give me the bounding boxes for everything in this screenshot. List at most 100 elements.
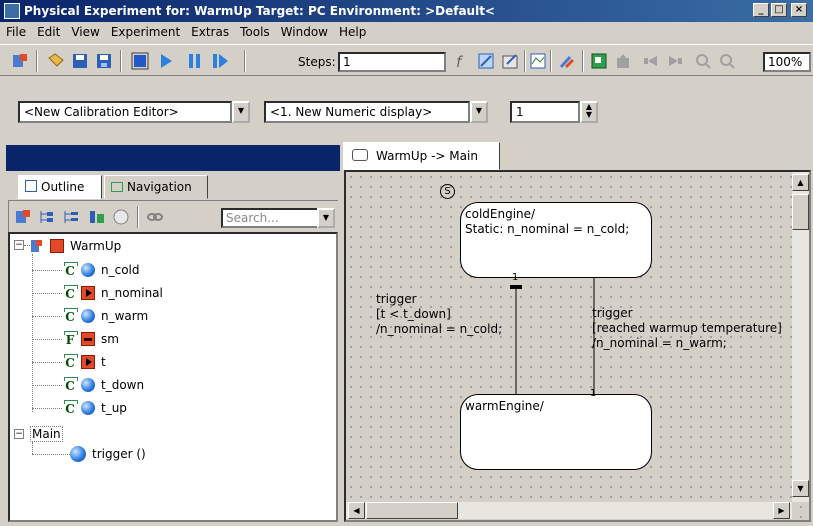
menu-view[interactable]: View	[65, 22, 104, 39]
statechart-canvas[interactable]: S coldEngine/ Static: n_nominal = n_cold…	[344, 170, 811, 522]
flat-list-icon[interactable]	[61, 207, 81, 227]
experiment-icon[interactable]	[10, 51, 30, 71]
transition-priority: 1	[512, 272, 519, 283]
initial-state-icon: S	[440, 184, 455, 199]
experiment-node-icon	[31, 240, 42, 252]
tab-outline[interactable]: Outline	[18, 175, 102, 199]
state-name: warmEngine/	[465, 399, 544, 413]
formula-icon[interactable]: f	[452, 51, 472, 71]
sphere-icon[interactable]	[111, 207, 131, 227]
filter-icon[interactable]	[87, 207, 107, 227]
tree-item-t_up[interactable]: C t_up	[62, 398, 127, 418]
numeric-display-select[interactable]: <1. New Numeric display>	[264, 101, 470, 123]
tree-item-label: Main	[30, 426, 63, 442]
calibration-editor-dropdown-icon[interactable]: ▼	[232, 101, 250, 123]
method-ball-icon	[70, 446, 86, 462]
menu-edit[interactable]: Edit	[31, 22, 65, 39]
numeric-spinner-icon[interactable]: ▲ ▼	[580, 101, 598, 123]
menu-file[interactable]: File	[0, 22, 31, 39]
link-icon[interactable]	[145, 207, 165, 227]
minimize-button[interactable]: _	[753, 3, 769, 17]
numeric-display-dropdown-icon[interactable]: ▼	[470, 101, 488, 123]
state-detail: Static: n_nominal = n_cold;	[465, 222, 630, 236]
variable-c-icon: C	[62, 377, 78, 393]
svg-text:f: f	[456, 53, 464, 70]
state-name: coldEngine/	[465, 207, 536, 221]
tree-item-t[interactable]: C t	[62, 352, 106, 372]
maximize-button[interactable]: □	[771, 3, 787, 17]
window-title: Physical Experiment for: WarmUp Target: …	[24, 4, 495, 18]
tree-item-n_warm[interactable]: C n_warm	[62, 306, 148, 326]
variable-c-icon: C	[62, 285, 78, 301]
output-arrow-icon	[81, 355, 95, 369]
outline-tab-icon	[25, 180, 37, 192]
calibration-window-icon[interactable]	[476, 51, 496, 71]
tree-item-n_nominal[interactable]: C n_nominal	[62, 283, 163, 303]
scroll-left-icon[interactable]: ◀	[348, 502, 365, 519]
search-dropdown-icon[interactable]: ▼	[317, 208, 335, 228]
layout-icon[interactable]	[589, 51, 609, 71]
steps-input[interactable]: 1	[338, 52, 446, 72]
horizontal-scrollbar[interactable]: ◀ ▶	[346, 502, 792, 519]
title-bar: Physical Experiment for: WarmUp Target: …	[0, 0, 813, 22]
tree-item-sm[interactable]: F sm	[62, 329, 119, 349]
vertical-scrollbar[interactable]: ▲ ▼	[792, 172, 809, 502]
state-warmEngine[interactable]: warmEngine/	[460, 394, 652, 470]
edit-window-icon[interactable]	[500, 51, 520, 71]
outline-tree: − WarmUp C n_cold C n_nominal C n_warm F…	[8, 232, 338, 522]
scroll-down-icon[interactable]: ▼	[792, 480, 809, 497]
outline-toolbar: Search... ▼	[8, 200, 338, 232]
tree-item-t_down[interactable]: C t_down	[62, 375, 144, 395]
tab-warmup-main[interactable]: WarmUp -> Main	[343, 142, 500, 170]
menu-experiment[interactable]: Experiment	[105, 22, 185, 39]
step-icon[interactable]	[210, 51, 230, 71]
open-icon[interactable]	[46, 51, 66, 71]
tree-item-trigger[interactable]: trigger ()	[70, 444, 146, 464]
menu-bar: File Edit View Experiment Extras Tools Window H…	[0, 22, 813, 42]
calibration-editor-select[interactable]: <New Calibration Editor>	[18, 101, 232, 123]
state-machine-icon	[81, 332, 95, 346]
left-panel-header	[6, 145, 340, 171]
hierarchy-icon[interactable]	[37, 207, 57, 227]
horizontal-scroll-thumb[interactable]	[366, 502, 458, 519]
stop-icon[interactable]	[130, 51, 150, 71]
zoom-input[interactable]: 100%	[763, 52, 811, 72]
statechart-icon	[352, 149, 368, 161]
oscilloscope-icon[interactable]	[528, 51, 548, 71]
experiment-tree-icon[interactable]	[13, 207, 33, 227]
menu-window[interactable]: Window	[275, 22, 333, 39]
variable-f-icon: F	[62, 331, 78, 347]
transition-label-left[interactable]: trigger [t < t_down] /n_nominal = n_cold…	[376, 292, 502, 337]
close-button[interactable]: ×	[791, 3, 807, 17]
tree-item-label: n_cold	[101, 263, 140, 277]
tree-item-main[interactable]: Main	[30, 424, 63, 444]
scroll-up-icon[interactable]: ▲	[792, 174, 809, 191]
save-icon[interactable]	[70, 51, 90, 71]
variable-c-icon: C	[62, 262, 78, 278]
vertical-scroll-thumb[interactable]	[792, 194, 809, 230]
tree-item-warmup[interactable]: WarmUp	[30, 236, 121, 256]
menu-tools[interactable]: Tools	[234, 22, 275, 39]
warmup-collapse-icon[interactable]: −	[14, 240, 24, 250]
tree-item-label: n_nominal	[101, 286, 163, 300]
main-collapse-icon[interactable]: −	[14, 429, 24, 439]
tab-navigation[interactable]: Navigation	[104, 175, 208, 199]
menu-help[interactable]: Help	[333, 22, 371, 39]
state-coldEngine[interactable]: coldEngine/ Static: n_nominal = n_cold;	[460, 202, 652, 278]
tools-icon[interactable]	[557, 51, 577, 71]
scroll-right-icon[interactable]: ▶	[773, 502, 790, 519]
disabled-forward-icon	[665, 51, 685, 71]
menu-extras[interactable]: Extras	[185, 22, 234, 39]
transition-label-right[interactable]: trigger [reached warmup temperature] /n_…	[592, 306, 782, 351]
pause-icon[interactable]	[184, 51, 204, 71]
tree-item-n_cold[interactable]: C n_cold	[62, 260, 140, 280]
play-icon[interactable]	[156, 51, 176, 71]
variable-c-icon: C	[62, 354, 78, 370]
variable-ball-icon	[81, 263, 95, 277]
tree-item-label: WarmUp	[70, 239, 122, 253]
variable-ball-icon	[81, 401, 95, 415]
outline-search-input[interactable]: Search...	[221, 208, 319, 228]
save-all-icon[interactable]	[94, 51, 114, 71]
numeric-value-input[interactable]: 1	[510, 101, 580, 123]
main-toolbar: Steps: 1 f 100%	[0, 44, 813, 76]
